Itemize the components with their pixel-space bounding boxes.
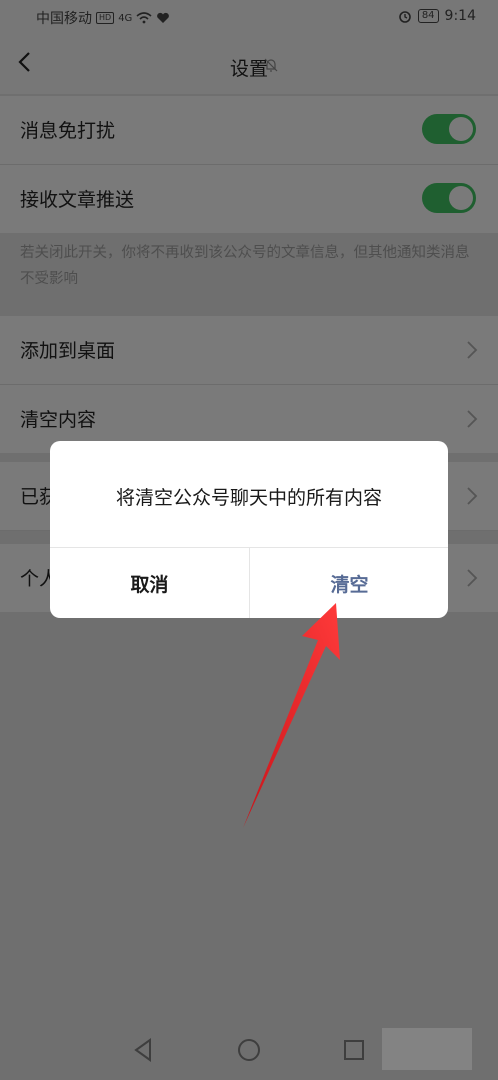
chevron-right-icon [467,410,478,428]
wifi-icon [136,12,152,24]
settings-section-notifications: 消息免打扰 接收文章推送 [0,96,498,233]
hd-badge: HD [96,12,115,24]
articles-row: 接收文章推送 [0,165,498,233]
dnd-label: 消息免打扰 [20,120,116,142]
clear-button[interactable]: 清空 [250,548,448,618]
toggle-knob [449,186,473,210]
signal-icon: 4G [118,12,133,24]
nav-recents-icon[interactable] [334,1030,374,1070]
chevron-right-icon [467,569,478,587]
carrier-label: 中国移动 [36,11,92,27]
nav-bar: 设置 [0,36,498,94]
dnd-toggle[interactable] [422,114,476,144]
chevron-right-icon [467,487,478,505]
settings-section-actions: 添加到桌面 清空内容 [0,316,498,453]
dialog-message: 将清空公众号聊天中的所有内容 [115,487,382,509]
confirm-clear-dialog: 将清空公众号聊天中的所有内容 取消 清空 [50,441,448,618]
mute-bell-icon [264,58,278,72]
clear-content-label: 清空内容 [20,409,97,431]
articles-label: 接收文章推送 [20,189,135,211]
watermark-block [382,1028,472,1070]
add-desktop-row[interactable]: 添加到桌面 [0,316,498,385]
nav-back-icon[interactable] [124,1030,164,1070]
toggle-knob [449,117,473,141]
dnd-row: 消息免打扰 [0,96,498,165]
status-bar: 中国移动 HD 4G 84 9:14 [0,0,498,36]
chevron-right-icon [467,341,478,359]
status-right: 84 9:14 [398,8,476,24]
battery-indicator: 84 [417,9,439,23]
add-desktop-label: 添加到桌面 [20,340,116,362]
nav-home-icon[interactable] [229,1030,269,1070]
articles-toggle[interactable] [422,183,476,213]
status-left: 中国移动 HD 4G [36,8,170,28]
heart-icon [157,12,170,23]
clock: 9:14 [444,8,476,24]
cancel-button[interactable]: 取消 [50,548,249,618]
alarm-icon [399,11,411,23]
articles-note: 若关闭此开关，你将不再收到该公众号的文章信息，但其他通知类消息不受影响 [20,245,470,287]
page-title: 设置 [229,58,268,80]
